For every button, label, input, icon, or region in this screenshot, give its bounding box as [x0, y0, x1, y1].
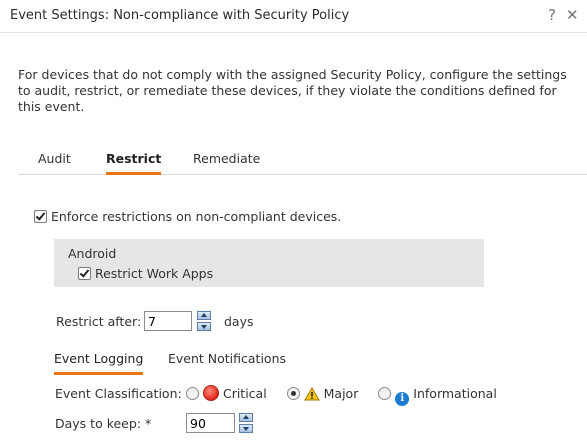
close-icon[interactable]: ✕	[566, 6, 579, 24]
tab-remediate[interactable]: Remediate	[193, 151, 260, 172]
restrict-after-spinner[interactable]	[197, 311, 211, 331]
restrict-after-input[interactable]	[144, 311, 192, 331]
critical-radio[interactable]	[186, 387, 199, 400]
days-to-keep-label: Days to keep: *	[55, 416, 152, 431]
restrict-after-label: Restrict after:	[56, 314, 142, 329]
days-to-keep-spinner[interactable]	[239, 413, 253, 433]
spinner-down-icon[interactable]	[197, 322, 211, 331]
android-panel: Android Restrict Work Apps	[54, 239, 484, 287]
informational-label: Informational	[413, 386, 497, 401]
spinner-up-icon[interactable]	[239, 413, 253, 422]
tab-restrict-label: Restrict	[106, 151, 162, 166]
informational-radio[interactable]	[378, 387, 392, 400]
enforce-checkbox[interactable]	[34, 210, 47, 223]
dialog-title: Event Settings: Non-compliance with Secu…	[10, 8, 350, 23]
major-label: Major	[323, 386, 359, 401]
classification-options: Critical Major i Informational	[186, 385, 497, 406]
tab-event-logging[interactable]: Event Logging	[54, 351, 144, 375]
spinner-down-icon[interactable]	[239, 424, 253, 433]
spinner-up-icon[interactable]	[197, 311, 211, 320]
major-radio[interactable]	[286, 387, 300, 400]
tab-event-notifications[interactable]: Event Notifications	[168, 351, 286, 372]
critical-label: Critical	[222, 386, 267, 401]
help-icon[interactable]: ?	[548, 6, 556, 24]
enforce-label: Enforce restrictions on non-compliant de…	[50, 209, 342, 224]
tab-restrict[interactable]: Restrict	[106, 151, 162, 175]
days-to-keep-input[interactable]	[186, 413, 235, 433]
info-icon: i	[395, 392, 410, 406]
restrict-after-unit: days	[224, 314, 254, 329]
restrict-work-apps-checkbox[interactable]	[78, 267, 91, 280]
warning-icon	[303, 387, 320, 404]
enforce-row: Enforce restrictions on non-compliant de…	[34, 209, 341, 224]
intro-description: For devices that do not comply with the …	[18, 67, 567, 114]
logging-tabs: Event Logging Event Notifications	[54, 351, 354, 375]
restrict-work-apps-label: Restrict Work Apps	[94, 266, 214, 281]
restrict-work-apps-row: Restrict Work Apps	[78, 266, 213, 281]
critical-icon	[202, 385, 219, 401]
tab-audit[interactable]: Audit	[38, 151, 71, 172]
dialog-titlebar: Event Settings: Non-compliance with Secu…	[0, 0, 587, 33]
main-tabs: Audit Restrict Remediate	[18, 151, 587, 175]
classification-label: Event Classification:	[55, 386, 182, 401]
android-heading: Android	[68, 246, 117, 261]
